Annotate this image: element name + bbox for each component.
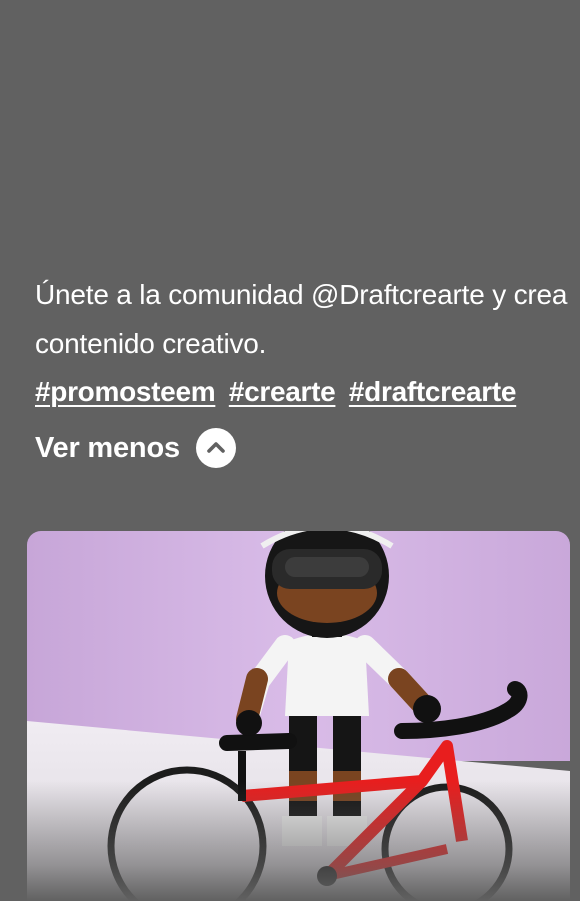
post-caption: Únete a la comunidad @Draftcrearte y cre… <box>35 279 568 359</box>
hashtag-draftcrearte[interactable]: #draftcrearte <box>349 376 517 407</box>
show-less-label: Ver menos <box>35 431 180 464</box>
crochet-cyclist-photo <box>27 531 570 901</box>
chevron-up-icon <box>195 428 236 468</box>
show-less-button[interactable]: Ver menos <box>35 428 236 468</box>
post-image[interactable] <box>27 531 570 901</box>
hashtag-crearte[interactable]: #crearte <box>229 376 336 407</box>
hashtag-promosteem[interactable]: #promosteem <box>35 376 216 407</box>
hashtag-list: #promosteem #crearte #draftcrearte <box>35 369 575 415</box>
